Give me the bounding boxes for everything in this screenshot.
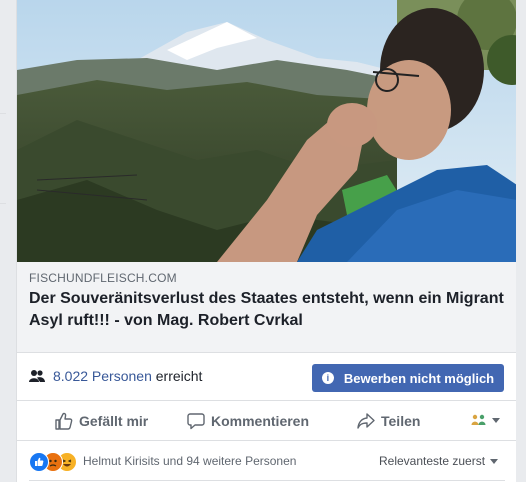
boost-post-button[interactable]: i Bewerben nicht möglich <box>312 364 504 392</box>
audience-icon <box>471 414 486 425</box>
share-button[interactable]: Teilen <box>357 412 420 430</box>
action-bar: Gefällt mir Kommentieren Teilen <box>17 400 517 441</box>
share-icon <box>357 413 375 429</box>
link-headline[interactable]: Der Souveränitsverlust des Staates entst… <box>29 288 505 332</box>
info-icon: i <box>321 372 334 384</box>
reactions-row: Helmut Kirisits und 94 weitere Personen … <box>17 441 517 482</box>
comment-sort-dropdown[interactable]: Relevanteste zuerst <box>379 454 499 468</box>
link-domain: FISCHUNDFLEISCH.COM <box>29 271 177 285</box>
thumbs-up-icon <box>55 412 73 430</box>
reaction-summary[interactable]: Helmut Kirisits und 94 weitere Personen <box>83 454 296 468</box>
like-reaction-icon <box>29 452 49 472</box>
link-preview[interactable]: FISCHUNDFLEISCH.COM Der Souveränitsverlu… <box>17 262 517 353</box>
reaction-icons[interactable] <box>29 452 77 472</box>
comment-label: Kommentieren <box>211 413 310 429</box>
audience-selector[interactable] <box>471 414 500 426</box>
page-gutter-right <box>516 0 526 482</box>
reach-count-link[interactable]: 8.022 Personen <box>53 368 152 384</box>
page-gutter-left <box>0 0 16 482</box>
boost-button-label: Bewerben nicht möglich <box>343 370 495 386</box>
reach-text: 8.022 Personen erreicht <box>53 368 202 384</box>
post-card: FISCHUNDFLEISCH.COM Der Souveränitsverlu… <box>16 0 518 482</box>
gutter-divider <box>0 203 6 204</box>
like-label: Gefällt mir <box>79 413 149 429</box>
sort-label: Relevanteste zuerst <box>379 454 486 468</box>
gutter-divider <box>0 113 6 114</box>
divider <box>29 480 505 481</box>
reach-row: 8.022 Personen erreicht i Bewerben nicht… <box>17 352 517 401</box>
chevron-down-icon <box>492 417 500 423</box>
chevron-down-icon <box>490 458 499 464</box>
people-icon <box>29 370 45 382</box>
link-preview-image[interactable] <box>17 0 517 262</box>
reach-suffix: erreicht <box>155 368 203 384</box>
share-label: Teilen <box>381 413 421 429</box>
like-button[interactable]: Gefällt mir <box>55 412 148 430</box>
comment-button[interactable]: Kommentieren <box>187 412 309 430</box>
comment-icon <box>187 413 205 430</box>
